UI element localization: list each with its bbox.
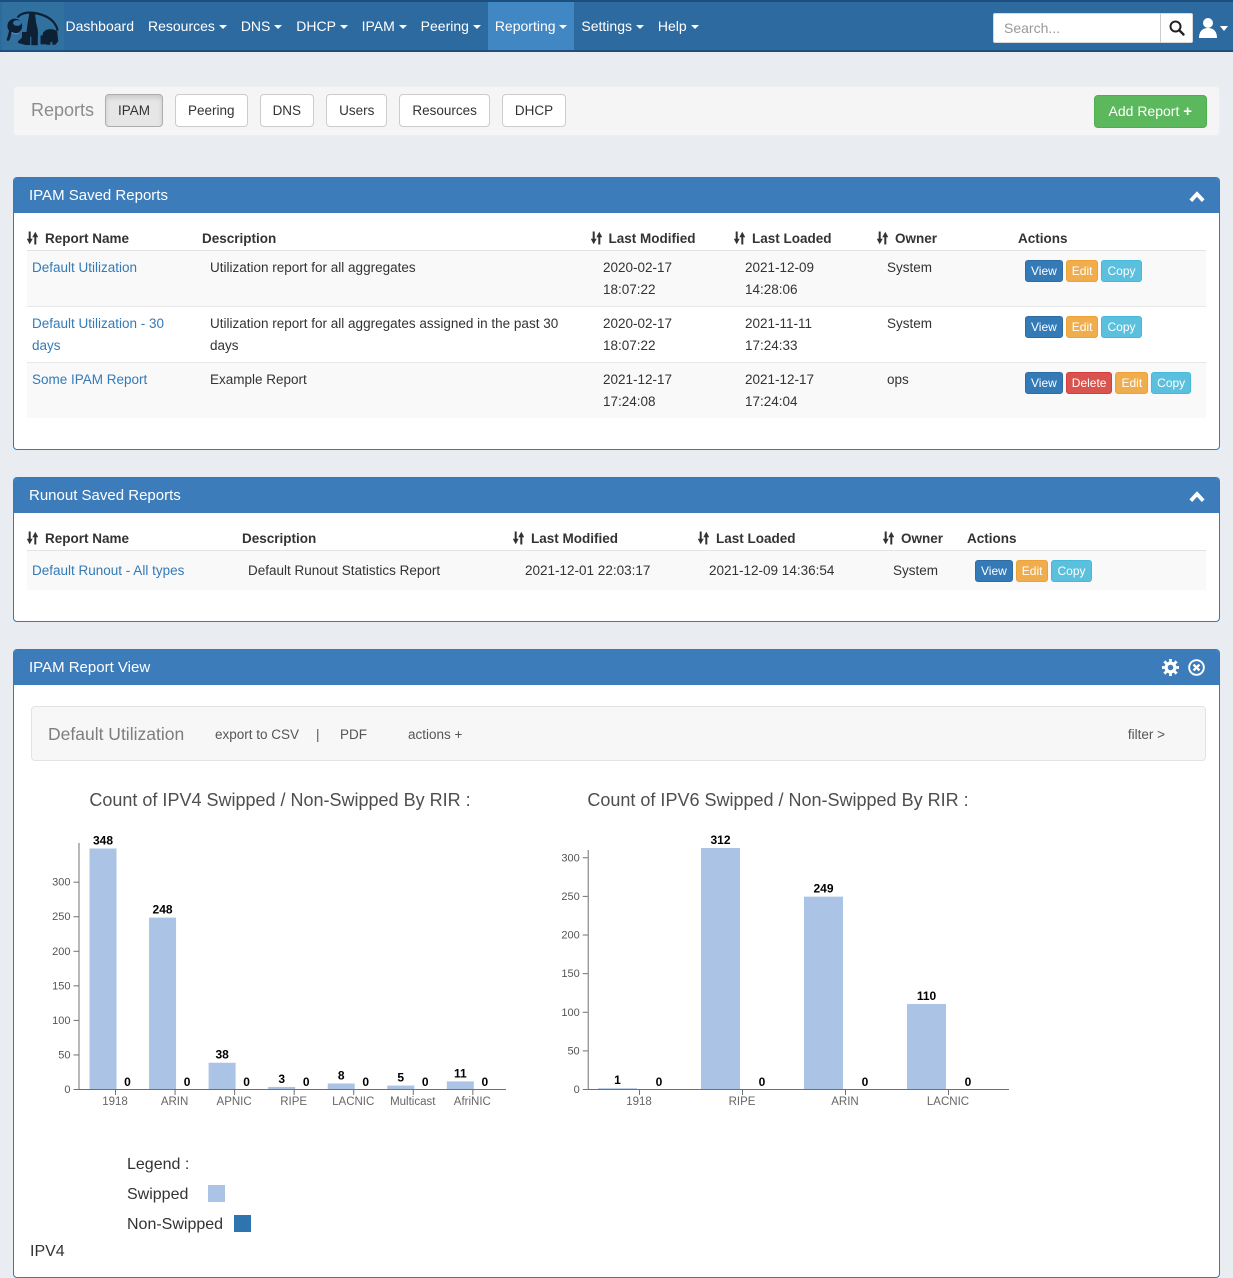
svg-text:348: 348 [93,834,113,848]
svg-text:Count of IPV6 Swipped / Non-Sw: Count of IPV6 Swipped / Non-Swipped By R… [587,790,968,810]
svg-text:1918: 1918 [626,1096,652,1108]
svg-text:300: 300 [52,877,70,889]
svg-text:50: 50 [58,1049,70,1061]
svg-text:ARIN: ARIN [161,1096,188,1108]
svg-text:0: 0 [965,1075,972,1089]
svg-text:300: 300 [561,852,579,864]
svg-text:100: 100 [561,1007,579,1019]
svg-text:0: 0 [656,1075,663,1089]
svg-text:RIPE: RIPE [280,1096,307,1108]
svg-text:AfriNIC: AfriNIC [454,1096,491,1108]
svg-text:150: 150 [561,968,579,980]
svg-text:249: 249 [813,882,833,896]
svg-text:8: 8 [338,1068,345,1082]
svg-text:0: 0 [862,1075,869,1089]
svg-text:0: 0 [362,1075,369,1089]
svg-text:5: 5 [397,1071,404,1085]
svg-text:100: 100 [52,1015,70,1027]
svg-text:248: 248 [153,903,173,917]
svg-text:ARIN: ARIN [831,1096,858,1108]
svg-text:1: 1 [614,1073,621,1087]
svg-text:LACNIC: LACNIC [927,1096,969,1108]
svg-text:0: 0 [124,1075,131,1089]
svg-text:0: 0 [759,1075,766,1089]
svg-text:APNIC: APNIC [217,1096,252,1108]
svg-text:RIPE: RIPE [729,1096,756,1108]
svg-text:1918: 1918 [102,1096,128,1108]
svg-text:38: 38 [215,1048,229,1062]
svg-text:Count of IPV4 Swipped / Non-Sw: Count of IPV4 Swipped / Non-Swipped By R… [89,790,470,810]
svg-text:200: 200 [52,946,70,958]
svg-text:150: 150 [52,980,70,992]
svg-text:3: 3 [278,1072,285,1086]
svg-text:Multicast: Multicast [390,1096,436,1108]
svg-text:250: 250 [52,911,70,923]
svg-text:312: 312 [710,833,730,847]
svg-text:250: 250 [561,891,579,903]
svg-text:0: 0 [574,1084,580,1096]
svg-text:0: 0 [481,1075,488,1089]
svg-text:0: 0 [303,1075,310,1089]
svg-text:0: 0 [64,1084,70,1096]
svg-text:LACNIC: LACNIC [332,1096,374,1108]
svg-text:50: 50 [567,1045,579,1057]
svg-text:11: 11 [454,1066,467,1080]
svg-text:0: 0 [184,1075,191,1089]
svg-text:0: 0 [422,1075,429,1089]
svg-text:0: 0 [243,1075,250,1089]
svg-text:110: 110 [917,989,937,1003]
svg-text:200: 200 [561,930,579,942]
